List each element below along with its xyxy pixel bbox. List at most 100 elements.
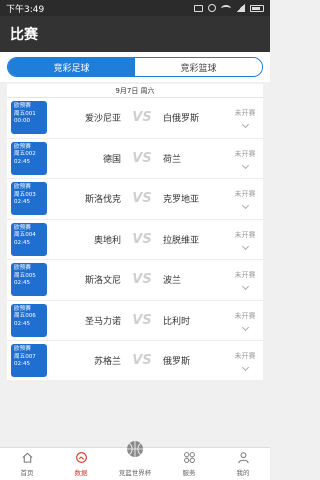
tab-basketball-label: 竞彩篮球 — [180, 63, 217, 74]
match-status: 未开赛 — [229, 311, 261, 331]
basketball-icon — [127, 441, 143, 457]
match-row[interactable]: 欧预赛 周五007 02:45 苏格兰 VS 俄罗斯 未开赛 — [7, 341, 263, 382]
away-team: 拉脱维亚 — [163, 235, 200, 246]
vs-label: VS — [132, 353, 152, 369]
notification-icon — [194, 4, 203, 12]
user-icon — [237, 452, 249, 464]
match-code: 周五005 — [14, 272, 36, 279]
wifi-icon — [221, 4, 231, 12]
away-team: 俄罗斯 — [163, 357, 191, 368]
tab-football-label: 竞彩足球 — [53, 63, 90, 74]
match-code: 周五001 — [14, 110, 36, 117]
nav-data[interactable]: 数据 — [54, 448, 108, 480]
league-badge: 欧预赛 周五002 02:45 — [11, 141, 47, 175]
page-title: 比赛 — [10, 27, 38, 43]
match-code: 周五004 — [14, 232, 36, 239]
status-text: 未开赛 — [234, 149, 256, 158]
grid-icon — [183, 452, 195, 463]
tab-football[interactable]: 竞彩足球 — [8, 58, 135, 76]
vs-label: VS — [132, 191, 152, 207]
away-team: 比利时 — [163, 316, 191, 327]
league-badge: 欧预赛 周五005 02:45 — [11, 263, 47, 297]
match-status: 未开赛 — [229, 149, 261, 169]
vs-label: VS — [132, 231, 152, 247]
match-list: 9月7日 周六 欧预赛 周五001 00:00 爱沙尼亚 VS 白俄罗斯 未开赛… — [7, 84, 263, 382]
status-text: 未开赛 — [234, 190, 256, 199]
status-text: 未开赛 — [234, 271, 256, 280]
home-team: 奥地利 — [93, 235, 121, 246]
match-code: 周五003 — [14, 191, 36, 198]
tab-basketball[interactable]: 竞彩篮球 — [135, 58, 262, 76]
nav-data-label: 数据 — [74, 469, 88, 477]
bottom-nav: 首页 数据 竞篮世界杯 服务 我的 — [0, 441, 270, 480]
nav-basketball-worldcup-label: 竞篮世界杯 — [118, 469, 152, 477]
chevron-down-icon[interactable] — [241, 242, 249, 250]
league-badge: 欧预赛 周五006 02:45 — [11, 303, 47, 337]
nav-basketball-worldcup[interactable]: 竞篮世界杯 — [108, 441, 162, 480]
date-header: 9月7日 周六 — [7, 84, 263, 98]
home-team: 德国 — [102, 154, 121, 165]
match-row[interactable]: 欧预赛 周五002 02:45 德国 VS 荷兰 未开赛 — [7, 139, 263, 179]
away-team: 荷兰 — [163, 154, 182, 165]
match-time: 02:45 — [14, 320, 31, 327]
match-row[interactable]: 欧预赛 周五006 02:45 圣马力诺 VS 比利时 未开赛 — [7, 301, 263, 341]
home-team: 斯洛伐克 — [84, 195, 121, 206]
vs-label: VS — [132, 110, 152, 126]
match-row[interactable]: 欧预赛 周五003 02:45 斯洛伐克 VS 克罗地亚 未开赛 — [7, 179, 263, 220]
nav-service-label: 服务 — [182, 469, 196, 477]
nav-service[interactable]: 服务 — [162, 448, 216, 480]
match-code: 周五007 — [14, 353, 36, 360]
alarm-icon — [208, 4, 216, 12]
vs-label: VS — [132, 150, 152, 166]
signal-icon — [236, 4, 245, 12]
chevron-down-icon[interactable] — [241, 202, 249, 210]
league-badge: 欧预赛 周五004 02:45 — [11, 222, 47, 256]
home-team: 苏格兰 — [93, 357, 121, 368]
match-status: 未开赛 — [229, 351, 261, 372]
league-name: 欧预赛 — [14, 346, 31, 353]
match-row[interactable]: 欧预赛 周五005 02:45 斯洛文尼 VS 波兰 未开赛 — [7, 260, 263, 301]
away-team: 波兰 — [163, 276, 182, 287]
nav-mine[interactable]: 我的 — [216, 448, 270, 480]
match-status: 未开赛 — [229, 189, 261, 210]
away-team: 克罗地亚 — [163, 195, 200, 206]
home-team: 爱沙尼亚 — [84, 114, 121, 125]
chevron-down-icon[interactable] — [241, 161, 249, 169]
match-time: 02:45 — [14, 361, 31, 368]
status-bar: 下午3:49 — [0, 0, 270, 16]
chevron-down-icon[interactable] — [241, 364, 249, 372]
match-time: 02:45 — [14, 239, 31, 246]
match-status: 未开赛 — [229, 108, 261, 129]
status-text: 未开赛 — [234, 352, 256, 361]
status-time: 下午3:49 — [6, 4, 45, 15]
tab-bar: 竞彩足球 竞彩篮球 — [7, 57, 263, 77]
match-code: 周五006 — [14, 313, 36, 320]
chevron-down-icon[interactable] — [241, 283, 249, 291]
title-bar: 比赛 — [0, 16, 270, 52]
nav-home-label: 首页 — [20, 469, 34, 477]
status-text: 未开赛 — [234, 311, 256, 320]
match-time: 02:45 — [14, 280, 31, 287]
match-row[interactable]: 欧预赛 周五004 02:45 奥地利 VS 拉脱维亚 未开赛 — [7, 220, 263, 260]
match-row[interactable]: 欧预赛 周五001 00:00 爱沙尼亚 VS 白俄罗斯 未开赛 — [7, 98, 263, 139]
league-name: 欧预赛 — [14, 265, 31, 272]
battery-icon — [250, 4, 264, 12]
match-code: 周五002 — [14, 151, 36, 158]
league-name: 欧预赛 — [14, 184, 31, 191]
vs-label: VS — [132, 272, 152, 288]
home-icon — [22, 452, 32, 463]
league-badge: 欧预赛 周五001 00:00 — [11, 101, 47, 135]
nav-mine-label: 我的 — [236, 469, 250, 477]
match-time: 00:00 — [14, 118, 31, 125]
data-icon — [75, 452, 87, 463]
tab-bar-container: 竞彩足球 竞彩篮球 — [0, 52, 270, 82]
nav-home[interactable]: 首页 — [0, 448, 54, 480]
away-team: 白俄罗斯 — [163, 114, 200, 125]
match-time: 02:45 — [14, 199, 31, 206]
match-status: 未开赛 — [229, 230, 261, 250]
match-status: 未开赛 — [229, 270, 261, 291]
chevron-down-icon[interactable] — [241, 121, 249, 129]
home-team: 圣马力诺 — [84, 316, 121, 327]
chevron-down-icon[interactable] — [241, 323, 249, 331]
status-text: 未开赛 — [234, 109, 256, 118]
